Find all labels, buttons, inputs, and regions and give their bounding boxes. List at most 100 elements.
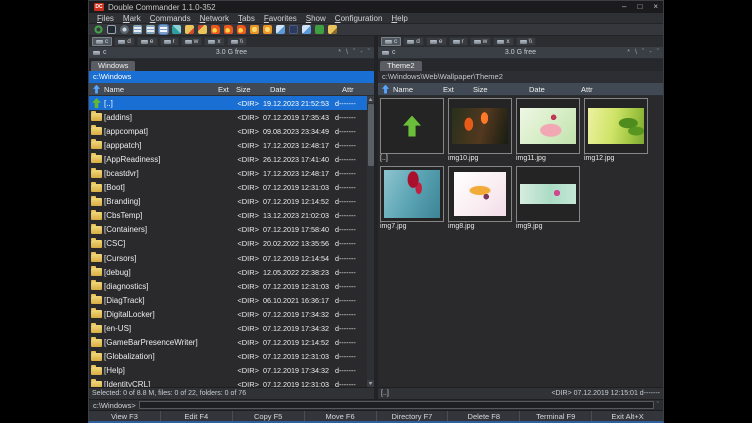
left-path-bar[interactable]: c:\Windows [89,71,374,83]
test-archive-icon[interactable] [237,25,246,34]
brief-view-icon[interactable] [133,25,142,34]
goto-icon[interactable] [250,25,259,34]
history-dropdown-icon[interactable]: ˇ [657,402,659,409]
file-row[interactable]: [apppatch] <DIR> 17.12.2023 12:48:17 d--… [89,138,367,152]
drive-button[interactable]: d [403,37,424,46]
function-key-button[interactable]: Move F6 [305,411,377,421]
thumbnail-item[interactable]: img7.jpg [380,166,446,232]
menu-item[interactable]: Commands [146,14,195,23]
panel-corner-button[interactable]: ˇ [657,49,659,56]
file-row[interactable]: [Cursors] <DIR> 07.12.2019 12:14:54 d---… [89,251,367,265]
minimize-button[interactable]: – [622,1,626,13]
pack-icon[interactable] [211,25,220,34]
file-row[interactable]: [appcompat] <DIR> 09.08.2023 23:34:49 d-… [89,124,367,138]
right-path-bar[interactable]: c:\Windows\Web\Wallpaper\Theme2 [378,71,663,83]
drive-button[interactable]: w [470,37,492,46]
file-row[interactable]: [Containers] <DIR> 07.12.2019 17:58:40 d… [89,223,367,237]
drive-button[interactable]: r [160,37,179,46]
drive-button[interactable]: d [114,37,135,46]
options-icon[interactable] [120,25,129,34]
panel-corner-button[interactable]: \ [635,49,637,56]
swap-panels-icon[interactable] [172,25,181,34]
favorites-icon[interactable] [263,25,272,34]
scrollbar-thumb[interactable] [368,104,374,166]
thumbnail-item[interactable]: img11.jpg [516,98,582,164]
thumbnails-view-icon[interactable] [159,25,168,34]
column-date[interactable]: Date [529,85,581,94]
column-date[interactable]: Date [270,85,342,94]
multi-rename-icon[interactable] [315,25,324,34]
file-row[interactable]: [debug] <DIR> 12.05.2022 22:38:23 d-----… [89,265,367,279]
function-key-button[interactable]: Copy F5 [233,411,305,421]
copy-right-icon[interactable] [198,25,207,34]
thumbnail-item[interactable]: img10.jpg [448,98,514,164]
column-attr[interactable]: Attr [342,85,374,94]
drive-button[interactable]: x [204,37,224,46]
panel-corner-button[interactable]: - [360,49,362,56]
menu-item[interactable]: Tabs [234,14,259,23]
extract-icon[interactable] [224,25,233,34]
copy-left-icon[interactable] [185,25,194,34]
thumbnail-item[interactable]: img12.jpg [584,98,650,164]
panel-corner-button[interactable]: ˆ [642,49,644,56]
edit-folder-icon[interactable] [328,25,337,34]
column-attr[interactable]: Attr [581,85,663,94]
drive-button[interactable]: w [181,37,203,46]
scroll-up-icon[interactable] [367,96,374,103]
file-row[interactable]: [AppReadiness] <DIR> 26.12.2023 17:41:40… [89,152,367,166]
column-size[interactable]: Size [236,85,270,94]
file-row[interactable]: [Globalization] <DIR> 07.12.2019 12:31:0… [89,350,367,364]
file-row[interactable]: [Boot] <DIR> 07.12.2019 12:31:03 d------… [89,181,367,195]
thumbnail-item[interactable]: img9.jpg [516,166,582,232]
compare-icon[interactable] [276,25,285,34]
scrollbar[interactable] [367,96,374,387]
file-row[interactable]: [..] <DIR> 19.12.2023 21:52:53 d------- [89,96,367,110]
drive-button[interactable]: x [493,37,513,46]
tab-windows[interactable]: Windows [91,61,135,71]
panel-corner-button[interactable]: * [338,49,341,56]
function-key-button[interactable]: Delete F8 [448,411,520,421]
file-row[interactable]: [Help] <DIR> 07.12.2019 17:34:32 d------… [89,364,367,378]
menu-item[interactable]: Help [387,14,411,23]
command-input[interactable] [139,401,654,409]
file-row[interactable]: [GameBarPresenceWriter] <DIR> 07.12.2019… [89,336,367,350]
column-name[interactable]: Name [393,85,443,94]
menu-item[interactable]: Mark [119,14,145,23]
file-row[interactable]: [DiagTrack] <DIR> 06.10.2021 16:36:17 d-… [89,293,367,307]
file-row[interactable]: [en-US] <DIR> 07.12.2019 17:34:32 d-----… [89,322,367,336]
refresh-icon[interactable] [94,25,103,34]
scroll-down-icon[interactable] [367,380,374,387]
file-row[interactable]: [IdentityCRL] <DIR> 07.12.2019 12:31:03 … [89,378,367,387]
file-row[interactable]: [CbsTemp] <DIR> 13.12.2023 21:02:03 d---… [89,209,367,223]
file-row[interactable]: [bcastdvr] <DIR> 17.12.2023 12:48:17 d--… [89,166,367,180]
drive-button[interactable]: c [92,37,112,46]
menu-item[interactable]: Configuration [331,14,387,23]
function-key-button[interactable]: Terminal F9 [520,411,592,421]
file-row[interactable]: [addins] <DIR> 07.12.2019 17:35:43 d----… [89,110,367,124]
maximize-button[interactable]: □ [637,1,642,13]
search-icon[interactable] [289,25,298,34]
file-row[interactable]: [Branding] <DIR> 07.12.2019 12:14:52 d--… [89,195,367,209]
thumbnail-item[interactable]: [..] [380,98,446,164]
panel-corner-button[interactable]: ˆ [353,49,355,56]
panel-corner-button[interactable]: \ [346,49,348,56]
file-row[interactable]: [diagnostics] <DIR> 07.12.2019 12:31:03 … [89,279,367,293]
panel-corner-button[interactable]: - [649,49,651,56]
close-button[interactable]: × [653,1,658,13]
drive-button[interactable]: \\ [516,37,537,46]
function-key-button[interactable]: Directory F7 [377,411,449,421]
function-key-button[interactable]: View F3 [89,411,161,421]
menu-item[interactable]: Show [302,14,330,23]
drive-button[interactable]: e [426,37,447,46]
thumbnail-item[interactable]: img8.jpg [448,166,514,232]
panel-corner-button[interactable]: * [627,49,630,56]
column-ext[interactable]: Ext [443,85,473,94]
tab-theme2[interactable]: Theme2 [380,61,422,71]
column-name[interactable]: Name [104,85,218,94]
column-size[interactable]: Size [473,85,529,94]
file-row[interactable]: [CSC] <DIR> 20.02.2022 13:35:56 d------- [89,237,367,251]
terminal-icon[interactable] [107,25,116,34]
full-view-icon[interactable] [146,25,155,34]
menu-item[interactable]: Favorites [260,14,301,23]
drive-button[interactable]: e [137,37,158,46]
